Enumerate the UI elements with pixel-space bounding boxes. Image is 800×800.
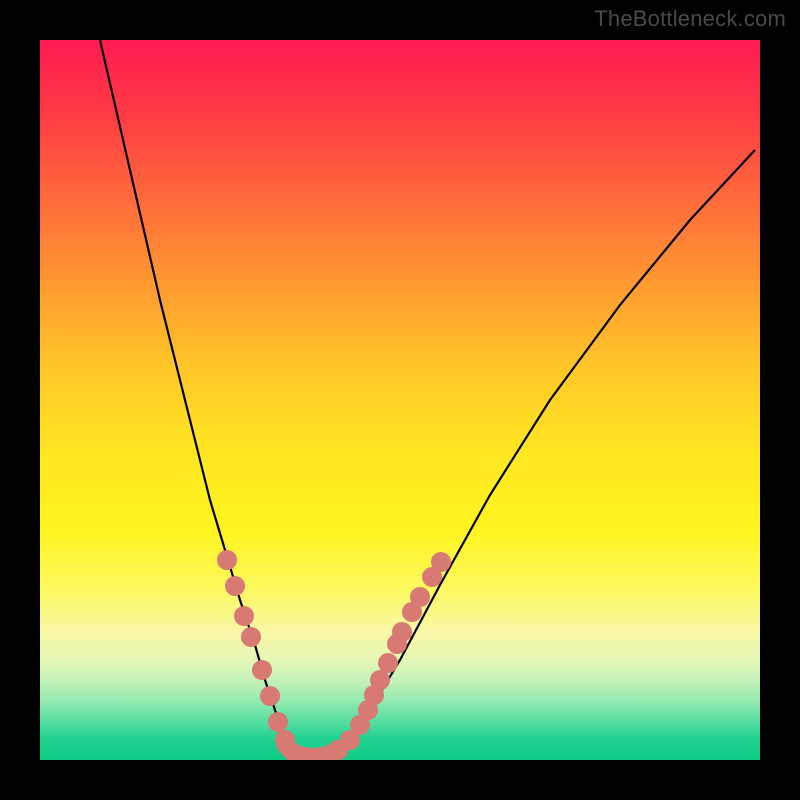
bead-left-3 <box>241 627 261 647</box>
outer-frame: TheBottleneck.com <box>0 0 800 800</box>
bead-right-8 <box>392 622 412 642</box>
bead-left-5 <box>260 686 280 706</box>
bead-left-0 <box>217 550 237 570</box>
bead-right-10 <box>410 587 430 607</box>
bead-left-6 <box>268 712 288 732</box>
watermark-text: TheBottleneck.com <box>594 6 786 32</box>
plot-area <box>40 40 760 760</box>
bead-right-5 <box>370 670 390 690</box>
bead-right-12 <box>431 552 451 572</box>
bead-left-2 <box>234 606 254 626</box>
bead-left-4 <box>252 660 272 680</box>
bead-right-6 <box>378 653 398 673</box>
beads-right-group <box>328 552 451 760</box>
chart-svg <box>40 40 760 760</box>
bead-left-7 <box>275 730 295 750</box>
v-curve <box>100 40 755 758</box>
bead-left-1 <box>225 576 245 596</box>
